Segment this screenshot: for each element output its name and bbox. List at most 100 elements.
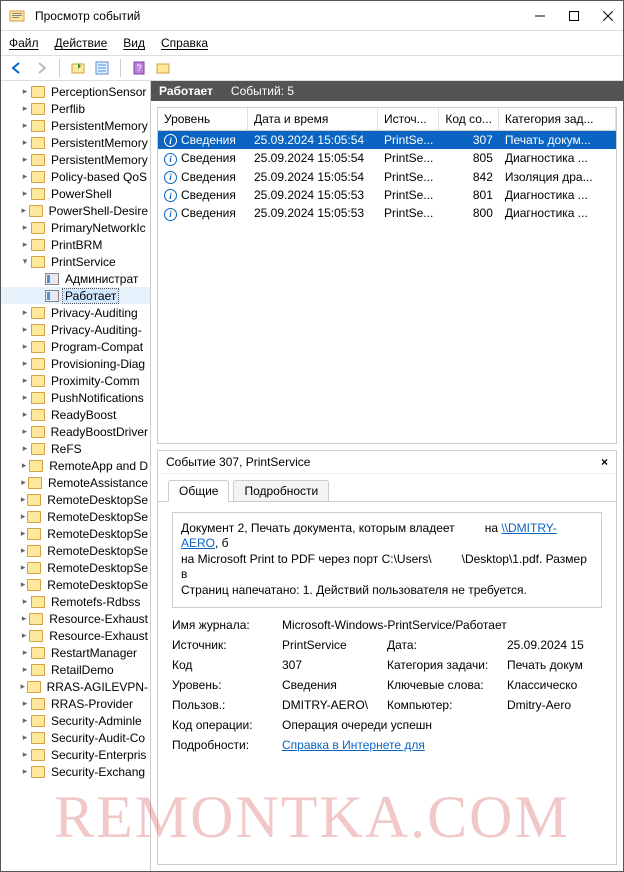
tree-item[interactable]: ▸PushNotifications: [1, 389, 150, 406]
svg-text:?: ?: [136, 63, 141, 73]
maximize-button[interactable]: [567, 9, 581, 23]
tree-item[interactable]: ▸PersistentMemory: [1, 117, 150, 134]
tree-item[interactable]: ▸ReadyBoost: [1, 406, 150, 423]
forward-button[interactable]: [31, 58, 51, 78]
tree-label: RRAS-Provider: [49, 697, 135, 711]
tree-item[interactable]: ▸RemoteAssistance: [1, 474, 150, 491]
detail-properties: Имя журнала:Microsoft-Windows-PrintServi…: [172, 618, 602, 752]
menu-view[interactable]: Вид: [123, 36, 145, 50]
tree-item[interactable]: ▸Security-Audit-Co: [1, 729, 150, 746]
tree-item[interactable]: ▸PersistentMemory: [1, 151, 150, 168]
tree-item[interactable]: ▸PrimaryNetworkIc: [1, 219, 150, 236]
info-icon: i: [164, 208, 177, 221]
menu-help[interactable]: Справка: [161, 36, 208, 50]
detail-close-icon[interactable]: ×: [601, 455, 608, 469]
tree-item[interactable]: ▸Privacy-Auditing-: [1, 321, 150, 338]
event-row[interactable]: iСведения25.09.2024 15:05:54PrintSe...30…: [158, 131, 616, 149]
toolbar-find-icon[interactable]: [153, 58, 173, 78]
tree-item[interactable]: ▸Provisioning-Diag: [1, 355, 150, 372]
log-icon: [45, 273, 59, 285]
col-level[interactable]: Уровень: [158, 108, 248, 131]
event-row[interactable]: iСведения25.09.2024 15:05:53PrintSe...80…: [158, 204, 616, 222]
tree-panel[interactable]: ▸PerceptionSensor▸Perflib▸PersistentMemo…: [1, 81, 151, 871]
tree-item[interactable]: ▸PowerShell-Desire: [1, 202, 150, 219]
event-row[interactable]: iСведения25.09.2024 15:05:54PrintSe...80…: [158, 149, 616, 167]
tree-item[interactable]: ▾PrintService: [1, 253, 150, 270]
col-datetime[interactable]: Дата и время: [248, 108, 378, 131]
tree-item[interactable]: ▸Remotefs-Rdbss: [1, 593, 150, 610]
tree-item[interactable]: ▸PowerShell: [1, 185, 150, 202]
tree-log-item[interactable]: Работает: [1, 287, 150, 304]
tree-item[interactable]: ▸PrintBRM: [1, 236, 150, 253]
window-title: Просмотр событий: [31, 9, 533, 23]
tree-label: ReadyBoost: [49, 408, 118, 422]
menu-file[interactable]: Файл: [9, 36, 39, 50]
col-code[interactable]: Код со...: [439, 108, 499, 131]
back-button[interactable]: [7, 58, 27, 78]
tree-label: RestartManager: [49, 646, 139, 660]
folder-icon: [31, 647, 45, 659]
toolbar-help-icon[interactable]: ?: [129, 58, 149, 78]
tree-item[interactable]: ▸Resource-Exhaust: [1, 610, 150, 627]
folder-icon: [29, 630, 43, 642]
close-button[interactable]: [601, 9, 615, 23]
titlebar: Просмотр событий: [1, 1, 623, 31]
folder-icon: [29, 205, 43, 217]
folder-icon: [29, 460, 43, 472]
minimize-button[interactable]: [533, 9, 547, 23]
tree-label: RemoteDesktopSe: [45, 578, 150, 592]
tree-item[interactable]: ▸Perflib: [1, 100, 150, 117]
list-header[interactable]: Уровень Дата и время Источ... Код со... …: [158, 108, 616, 131]
status-label: Работает: [159, 84, 213, 98]
folder-icon: [31, 188, 45, 200]
tree-item[interactable]: ▸RemoteDesktopSe: [1, 525, 150, 542]
tab-details[interactable]: Подробности: [233, 480, 329, 501]
toolbar-browse-icon[interactable]: [68, 58, 88, 78]
folder-icon: [31, 324, 45, 336]
tree-log-item[interactable]: Администрат: [1, 270, 150, 287]
folder-icon: [31, 154, 45, 166]
tree-item[interactable]: ▸Privacy-Auditing: [1, 304, 150, 321]
tree-item[interactable]: ▸PersistentMemory: [1, 134, 150, 151]
folder-icon: [31, 698, 45, 710]
tree-item[interactable]: ▸Proximity-Comm: [1, 372, 150, 389]
events-list[interactable]: Уровень Дата и время Источ... Код со... …: [157, 107, 617, 444]
tree-item[interactable]: ▸RemoteApp and D: [1, 457, 150, 474]
tree-item[interactable]: ▸Security-Exchang: [1, 763, 150, 780]
tree-item[interactable]: ▸RemoteDesktopSe: [1, 491, 150, 508]
tree-label: PersistentMemory: [49, 153, 150, 167]
folder-icon: [31, 222, 45, 234]
tree-item[interactable]: ▸Security-Adminle: [1, 712, 150, 729]
tree-item[interactable]: ▸RemoteDesktopSe: [1, 576, 150, 593]
tree-item[interactable]: ▸RestartManager: [1, 644, 150, 661]
folder-icon: [31, 426, 45, 438]
app-icon: [9, 8, 25, 24]
tree-item[interactable]: ▸Policy-based QoS: [1, 168, 150, 185]
col-category[interactable]: Категория зад...: [499, 108, 616, 131]
col-source[interactable]: Источ...: [378, 108, 439, 131]
toolbar: ?: [1, 55, 623, 81]
tree-item[interactable]: ▸PerceptionSensor: [1, 83, 150, 100]
folder-icon: [29, 613, 43, 625]
online-help-link[interactable]: Справка в Интернете для: [282, 738, 425, 752]
tree-item[interactable]: ▸Security-Enterpris: [1, 746, 150, 763]
tree-item[interactable]: ▸Program-Compat: [1, 338, 150, 355]
event-row[interactable]: iСведения25.09.2024 15:05:53PrintSe...80…: [158, 186, 616, 204]
status-header: Работает Событий: 5: [151, 81, 623, 101]
toolbar-properties-icon[interactable]: [92, 58, 112, 78]
tab-general[interactable]: Общие: [168, 480, 229, 502]
menu-action[interactable]: Действие: [55, 36, 108, 50]
tree-item[interactable]: ▸RRAS-AGILEVPN-: [1, 678, 150, 695]
tree-item[interactable]: ▸Resource-Exhaust: [1, 627, 150, 644]
info-icon: i: [164, 134, 177, 147]
tree-item[interactable]: ▸RemoteDesktopSe: [1, 542, 150, 559]
tree-item[interactable]: ▸RemoteDesktopSe: [1, 559, 150, 576]
event-row[interactable]: iСведения25.09.2024 15:05:54PrintSe...84…: [158, 168, 616, 186]
tree-item[interactable]: ▸RRAS-Provider: [1, 695, 150, 712]
tree-item[interactable]: ▸RetailDemo: [1, 661, 150, 678]
tree-item[interactable]: ▸RemoteDesktopSe: [1, 508, 150, 525]
tree-item[interactable]: ▸ReadyBoostDriver: [1, 423, 150, 440]
tree-label: PerceptionSensor: [49, 85, 148, 99]
tree-item[interactable]: ▸ReFS: [1, 440, 150, 457]
detail-description: Документ 2, Печать документа, которым вл…: [172, 512, 602, 608]
